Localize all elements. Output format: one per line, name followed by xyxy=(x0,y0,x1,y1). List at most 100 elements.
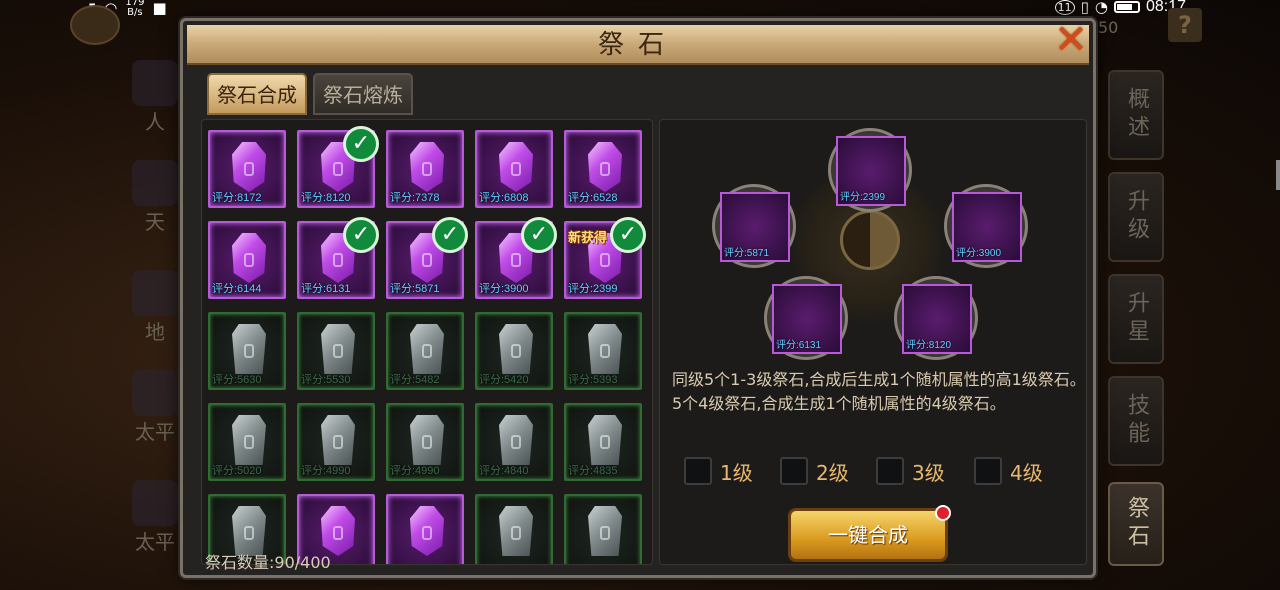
synthesis-slot[interactable]: 评分:2399 xyxy=(828,128,912,212)
rune-mark-icon xyxy=(511,162,521,176)
bg-gem-icon xyxy=(132,480,178,526)
checkbox[interactable] xyxy=(684,457,712,485)
rune-mark-icon xyxy=(244,253,254,267)
stone-cell[interactable]: 评分:5020 xyxy=(208,403,286,481)
level-filter-1[interactable]: 1级 xyxy=(684,456,753,486)
checkbox[interactable] xyxy=(780,457,808,485)
rune-mark-icon xyxy=(511,253,521,267)
stone-cell[interactable]: 评分:4840 xyxy=(475,403,553,481)
stone-inventory-panel: 评分:8172 评分:8120 ✓ 评分:7378 评分:6808 评分:6528 评分:6… xyxy=(201,119,653,565)
bg-left-label: 太平 xyxy=(135,420,175,444)
synthesis-description: 同级5个1-3级祭石,合成后生成1个随机属性的高1级祭石。5个4级祭石,合成生成… xyxy=(672,370,1086,413)
stone-score: 评分:5530 xyxy=(301,374,351,386)
stone-cell[interactable]: 评分:5482 xyxy=(386,312,464,390)
slot-stone: 评分:6131 xyxy=(772,284,842,354)
yin-yang-icon xyxy=(840,210,900,270)
one-click-merge-button[interactable]: 一键合成 xyxy=(788,505,951,562)
stone-cell[interactable]: 评分:8172 xyxy=(208,130,286,208)
stone-cell[interactable]: 评分:4990 xyxy=(297,403,375,481)
bg-left-label: 人 xyxy=(145,110,165,134)
level-filter-row: 1级 2级 3级 4级 xyxy=(684,456,1084,486)
side-tab-skills[interactable]: 技能 xyxy=(1108,376,1164,466)
stone-score: 评分:5482 xyxy=(390,374,440,386)
stone-cell[interactable]: 评分:5420 xyxy=(475,312,553,390)
stone-cell[interactable]: 评分:6144 xyxy=(208,221,286,299)
stone-cell[interactable]: 评分:6528 xyxy=(564,130,642,208)
crystal-icon xyxy=(922,294,952,338)
rune-mark-icon xyxy=(422,435,432,449)
stone-score: 评分:6144 xyxy=(212,283,262,295)
level-filter-3[interactable]: 3级 xyxy=(876,456,945,486)
side-tab-upgrade[interactable]: 升级 xyxy=(1108,172,1164,262)
checkbox[interactable] xyxy=(876,457,904,485)
stone-cell[interactable]: 评分:2399 新获得 ✓ xyxy=(564,217,646,299)
stone-cell[interactable]: 评分:4835 xyxy=(564,403,642,481)
stone-cell[interactable]: 评分:5393 xyxy=(564,312,642,390)
rune-mark-icon xyxy=(333,162,343,176)
selected-check-icon: ✓ xyxy=(343,217,379,253)
stone-score: 评分:4835 xyxy=(568,465,618,477)
slot-stone: 评分:3900 xyxy=(952,192,1022,262)
stone-score: 评分:5630 xyxy=(212,374,262,386)
rune-mark-icon xyxy=(422,344,432,358)
stone-cell[interactable]: 评分:5630 xyxy=(208,312,286,390)
rune-mark-icon xyxy=(600,344,610,358)
slot-stone: 评分:2399 xyxy=(836,136,906,206)
stone-cell[interactable]: 评分:7378 xyxy=(386,130,464,208)
stone-score: 评分:4990 xyxy=(301,465,351,477)
stone-cell[interactable]: 评分:6131 ✓ xyxy=(297,217,379,299)
checkbox[interactable] xyxy=(974,457,1002,485)
stone-score: 评分:6131 xyxy=(301,283,351,295)
side-tab-star-up[interactable]: 升星 xyxy=(1108,274,1164,364)
slot-score: 评分:3900 xyxy=(956,248,1002,259)
slot-score: 评分:8120 xyxy=(906,340,952,351)
tab-stone-synthesis[interactable]: 祭石合成 xyxy=(207,73,307,115)
battery-icon xyxy=(1113,1,1140,13)
side-tab-overview[interactable]: 概述 xyxy=(1108,70,1164,160)
rune-mark-icon xyxy=(422,162,432,176)
side-tab-sacrificial-stone[interactable]: 祭石 xyxy=(1108,482,1164,566)
stone-cell[interactable]: 评分:4990 xyxy=(386,403,464,481)
level-label: 3级 xyxy=(912,460,945,485)
selected-check-icon: ✓ xyxy=(521,217,557,253)
level-label: 2级 xyxy=(816,460,849,485)
selected-check-icon: ✓ xyxy=(343,126,379,162)
synthesis-slot[interactable]: 评分:8120 xyxy=(894,276,978,360)
stone-cell[interactable] xyxy=(386,494,464,564)
stone-cell[interactable]: 评分:3900 ✓ xyxy=(475,217,557,299)
device-edge xyxy=(1276,160,1280,190)
bg-left-label: 天 xyxy=(145,210,165,234)
video-icon: ■ xyxy=(152,0,167,17)
close-icon[interactable]: ✕ xyxy=(1051,20,1091,61)
stone-cell[interactable]: 评分:8120 ✓ xyxy=(297,126,379,208)
stone-cell[interactable]: 评分:6808 xyxy=(475,130,553,208)
crystal-icon xyxy=(792,294,822,338)
rune-mark-icon xyxy=(244,344,254,358)
stone-score: 评分:6528 xyxy=(568,192,618,204)
rune-mark-icon xyxy=(511,526,521,540)
dialog-tabs: 祭石合成 祭石熔炼 xyxy=(207,73,413,115)
stone-cell[interactable]: 评分:5871 ✓ xyxy=(386,217,468,299)
rune-mark-icon xyxy=(511,435,521,449)
synthesis-slot[interactable]: 评分:6131 xyxy=(764,276,848,360)
rune-mark-icon xyxy=(244,526,254,540)
level-filter-4[interactable]: 4级 xyxy=(974,456,1043,486)
selected-check-icon: ✓ xyxy=(610,217,646,253)
stone-cell[interactable] xyxy=(475,494,553,564)
slot-score: 评分:5871 xyxy=(724,248,770,259)
rune-mark-icon xyxy=(244,435,254,449)
synthesis-slot[interactable]: 评分:3900 xyxy=(944,184,1028,268)
stone-cell[interactable] xyxy=(564,494,642,564)
level-label: 1级 xyxy=(720,460,753,485)
help-icon[interactable]: ? xyxy=(1168,8,1202,42)
rune-mark-icon xyxy=(600,435,610,449)
tab-stone-smelting[interactable]: 祭石熔炼 xyxy=(313,73,413,115)
stone-cell[interactable]: 评分:5530 xyxy=(297,312,375,390)
selected-check-icon: ✓ xyxy=(432,217,468,253)
stone-score: 评分:2399 xyxy=(568,283,618,295)
level-filter-2[interactable]: 2级 xyxy=(780,456,849,486)
notification-dot xyxy=(935,505,951,521)
rune-mark-icon xyxy=(511,344,521,358)
synthesis-slot[interactable]: 评分:5871 xyxy=(712,184,796,268)
bg-gem-icon xyxy=(132,60,178,106)
